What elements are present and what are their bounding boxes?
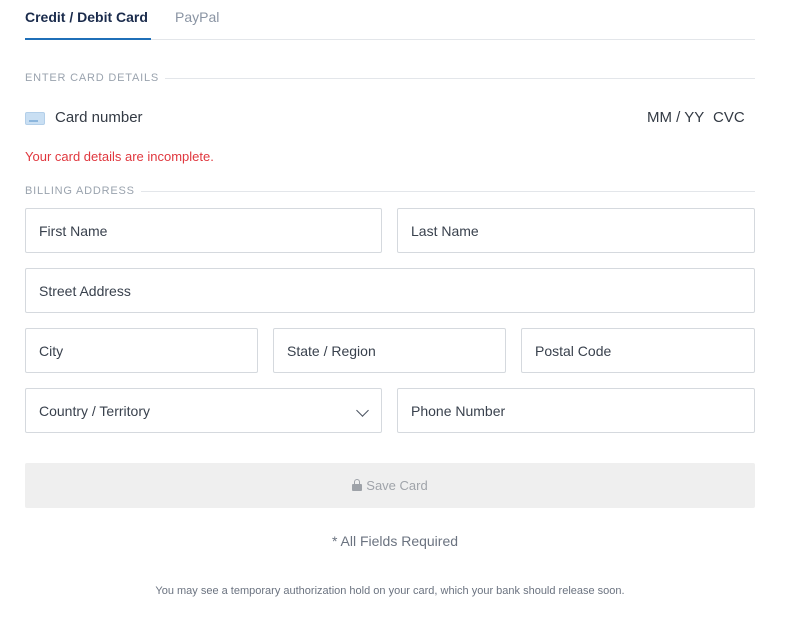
card-details-heading-text: ENTER CARD DETAILS <box>25 72 159 84</box>
tab-paypal[interactable]: PayPal <box>175 9 219 40</box>
postal-code-field[interactable]: Postal Code <box>521 328 755 373</box>
card-details-heading: ENTER CARD DETAILS <box>25 71 755 85</box>
payment-tabs: Credit / Debit Card PayPal <box>25 0 755 40</box>
authorization-hold-note: You may see a temporary authorization ho… <box>155 585 625 597</box>
chevron-down-icon <box>356 404 369 417</box>
state-region-placeholder: State / Region <box>287 343 376 359</box>
save-card-button[interactable]: Save Card <box>25 463 755 508</box>
city-field[interactable]: City <box>25 328 258 373</box>
postal-code-placeholder: Postal Code <box>535 343 612 359</box>
card-cvc-input[interactable]: CVC <box>713 109 745 126</box>
street-address-field[interactable]: Street Address <box>25 268 755 313</box>
credit-card-icon <box>25 112 45 125</box>
divider <box>140 190 755 192</box>
first-name-placeholder: First Name <box>39 223 108 239</box>
tab-credit-debit-card[interactable]: Credit / Debit Card <box>25 9 151 40</box>
state-region-field[interactable]: State / Region <box>273 328 506 373</box>
last-name-placeholder: Last Name <box>411 223 479 239</box>
card-number-input[interactable]: Card number <box>55 109 143 126</box>
lock-icon <box>352 479 363 491</box>
divider <box>165 77 755 79</box>
phone-number-placeholder: Phone Number <box>411 403 506 419</box>
card-error-message: Your card details are incomplete. <box>25 149 214 164</box>
save-card-content: Save Card <box>25 478 755 493</box>
billing-address-heading-text: BILLING ADDRESS <box>25 185 135 197</box>
street-address-placeholder: Street Address <box>39 283 131 299</box>
save-card-label: Save Card <box>366 478 428 493</box>
card-input[interactable]: Card number MM / YY CVC <box>25 105 755 131</box>
first-name-field[interactable]: First Name <box>25 208 382 253</box>
city-placeholder: City <box>39 343 64 359</box>
required-fields-note: * All Fields Required <box>331 533 459 549</box>
phone-number-field[interactable]: Phone Number <box>397 388 755 433</box>
last-name-field[interactable]: Last Name <box>397 208 755 253</box>
country-territory-placeholder: Country / Territory <box>39 403 150 419</box>
billing-address-heading: BILLING ADDRESS <box>25 184 755 198</box>
country-territory-select[interactable]: Country / Territory <box>25 388 382 433</box>
card-expiry-input[interactable]: MM / YY <box>647 109 704 126</box>
